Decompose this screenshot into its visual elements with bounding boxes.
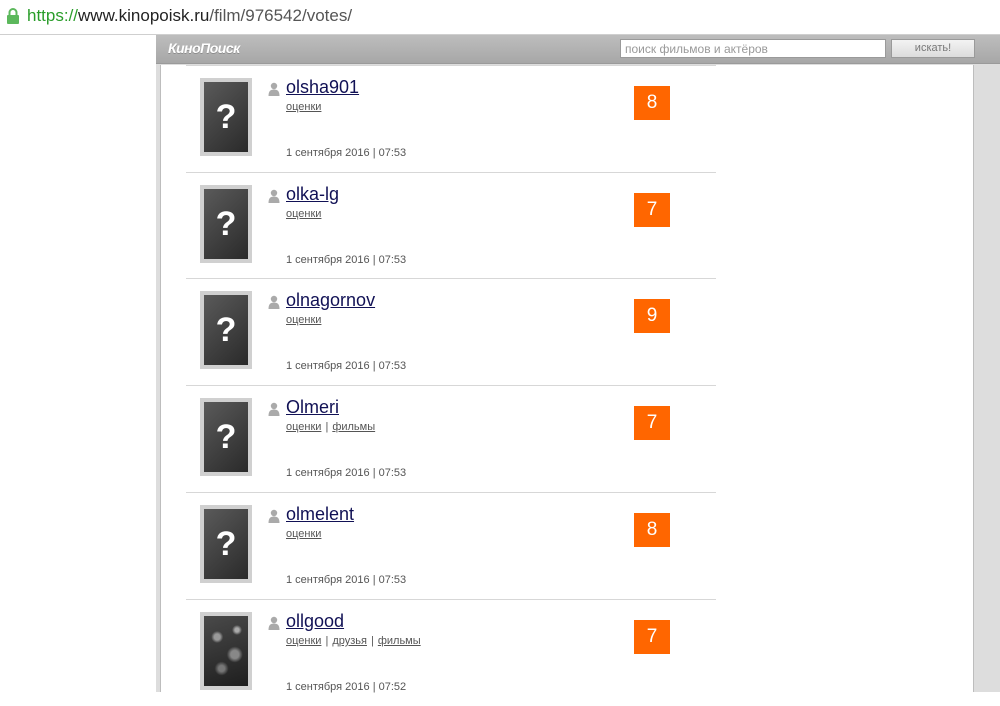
- vote-row: ? olmelent оценки 1 сентября 2016 | 07:53 8: [186, 492, 716, 599]
- link-separator: |: [325, 635, 329, 647]
- user-links: оценки | фильмы: [286, 421, 375, 433]
- avatar-placeholder-icon: ?: [204, 402, 248, 472]
- user-link[interactable]: оценки: [286, 528, 321, 540]
- user-link[interactable]: друзья: [332, 635, 367, 647]
- search-button[interactable]: искать!: [891, 39, 975, 58]
- user-link[interactable]: фильмы: [378, 635, 421, 647]
- rating-badge: 9: [634, 299, 670, 333]
- username-link[interactable]: Olmeri: [286, 397, 339, 418]
- rating-badge: 7: [634, 193, 670, 227]
- rating-badge: 8: [634, 86, 670, 120]
- vote-date: 1 сентября 2016 | 07:53: [286, 360, 407, 372]
- content-area: ? olsha901 оценки 1 сентября 2016 | 07:53 8?…: [160, 65, 974, 693]
- vote-date: 1 сентября 2016 | 07:53: [286, 467, 407, 479]
- vote-date: 1 сентября 2016 | 07:52: [286, 681, 407, 693]
- avatar-placeholder-icon: ?: [204, 295, 248, 365]
- username-link[interactable]: ollgood: [286, 611, 344, 632]
- user-link[interactable]: фильмы: [332, 421, 375, 433]
- site-header: КиноПоиск искать!: [156, 35, 1000, 64]
- user-link[interactable]: оценки: [286, 208, 321, 220]
- user-icon: [268, 402, 280, 416]
- user-icon: [268, 82, 280, 96]
- vote-date: 1 сентября 2016 | 07:53: [286, 147, 407, 159]
- user-links: оценки: [286, 208, 321, 220]
- url-scheme: https://: [27, 6, 79, 25]
- rating-badge: 7: [634, 406, 670, 440]
- user-links: оценки: [286, 314, 321, 326]
- address-bar[interactable]: https://www.kinopoisk.ru/film/976542/vot…: [0, 0, 1000, 35]
- username-link[interactable]: olka-lg: [286, 184, 339, 205]
- user-links: оценки: [286, 101, 321, 113]
- avatar-photo: [204, 616, 248, 686]
- lock-icon: [7, 8, 19, 24]
- username-link[interactable]: olmelent: [286, 504, 354, 525]
- user-link[interactable]: оценки: [286, 101, 321, 113]
- site-logo[interactable]: КиноПоиск: [168, 40, 240, 56]
- user-icon: [268, 189, 280, 203]
- rating-badge: 8: [634, 513, 670, 547]
- vote-date: 1 сентября 2016 | 07:53: [286, 574, 407, 586]
- avatar-placeholder-icon: ?: [204, 189, 248, 259]
- username-link[interactable]: olsha901: [286, 77, 359, 98]
- link-separator: |: [325, 421, 329, 433]
- vote-row: ollgood оценки | друзья | фильмы 1 сентября 20…: [186, 599, 716, 706]
- user-icon: [268, 295, 280, 309]
- username-link[interactable]: olnagornov: [286, 290, 375, 311]
- vote-row: ? olnagornov оценки 1 сентября 2016 | 07:53…: [186, 278, 716, 385]
- vote-row: ? olsha901 оценки 1 сентября 2016 | 07:53 8: [186, 65, 716, 172]
- url-path: /film/976542/votes/: [209, 6, 353, 25]
- page-background: [0, 35, 156, 692]
- user-link[interactable]: оценки: [286, 314, 321, 326]
- user-avatar[interactable]: [200, 612, 252, 690]
- user-avatar[interactable]: ?: [200, 398, 252, 476]
- avatar-placeholder-icon: ?: [204, 509, 248, 579]
- page-frame: КиноПоиск искать! ? olsha901 оценки 1 сентя…: [156, 35, 1000, 693]
- url-text[interactable]: https://www.kinopoisk.ru/film/976542/vot…: [27, 6, 352, 26]
- vote-row: ? Olmeri оценки | фильмы 1 сентября 2016 | 07…: [186, 385, 716, 492]
- rating-badge: 7: [634, 620, 670, 654]
- user-icon: [268, 616, 280, 630]
- user-avatar[interactable]: ?: [200, 78, 252, 156]
- user-links: оценки | друзья | фильмы: [286, 635, 421, 647]
- vote-row: ? olka-lg оценки 1 сентября 2016 | 07:53 7: [186, 172, 716, 279]
- user-avatar[interactable]: ?: [200, 505, 252, 583]
- user-link[interactable]: оценки: [286, 421, 321, 433]
- user-icon: [268, 509, 280, 523]
- url-host: www.kinopoisk.ru: [78, 6, 210, 25]
- user-links: оценки: [286, 528, 321, 540]
- search-input[interactable]: [620, 39, 886, 58]
- vote-date: 1 сентября 2016 | 07:53: [286, 254, 407, 266]
- user-avatar[interactable]: ?: [200, 185, 252, 263]
- link-separator: |: [370, 635, 374, 647]
- avatar-placeholder-icon: ?: [204, 82, 248, 152]
- user-link[interactable]: оценки: [286, 635, 321, 647]
- user-avatar[interactable]: ?: [200, 291, 252, 369]
